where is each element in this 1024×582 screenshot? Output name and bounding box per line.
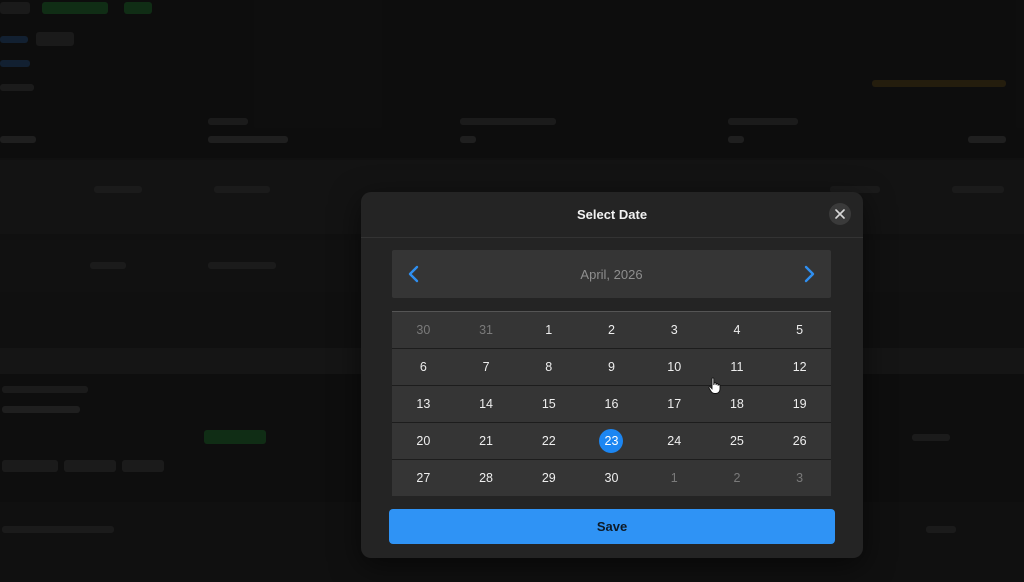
calendar-day[interactable]: 30 [580,460,643,496]
calendar-day-number: 10 [667,360,682,374]
calendar-day[interactable]: 29 [517,460,581,496]
calendar-day-number: 8 [545,360,553,374]
calendar-day-number: 30 [604,471,619,485]
calendar-day[interactable]: 8 [517,349,581,385]
close-icon [835,209,845,219]
calendar-day[interactable]: 25 [705,423,769,459]
calendar-day-number: 2 [608,323,615,337]
calendar-day[interactable]: 19 [768,386,831,422]
calendar-day[interactable]: 7 [454,349,518,385]
calendar-day-number: 28 [479,471,494,485]
calendar-day-outside-month[interactable]: 1 [642,460,706,496]
calendar-day-number: 21 [479,434,494,448]
calendar-day-number: 27 [416,471,431,485]
calendar-day-number: 5 [796,323,804,337]
next-month-button[interactable] [797,262,821,286]
calendar-day[interactable]: 24 [642,423,706,459]
calendar-day-number: 7 [482,360,490,374]
calendar-day-number: 19 [792,397,807,411]
chevron-right-icon [804,265,815,283]
calendar-day-number: 3 [670,323,678,337]
calendar-day-selected[interactable]: 23 [580,423,643,459]
calendar-day-grid: 30 31 1 2 3 4 5 6 7 8 9 10 11 12 13 14 15 16 17 18 19 20 21 22 2… [392,311,831,496]
calendar-day[interactable]: 1 [517,312,581,348]
calendar-day[interactable]: 21 [454,423,518,459]
calendar-day[interactable]: 17 [642,386,706,422]
close-button[interactable] [829,203,851,225]
calendar-day-number: 16 [604,397,619,411]
save-button[interactable]: Save [389,509,835,544]
calendar-day[interactable]: 26 [768,423,831,459]
calendar-day-number: 1 [670,471,678,485]
calendar-day-number: 15 [541,397,556,411]
calendar-day[interactable]: 22 [517,423,581,459]
calendar-navigation: April, 2026 [392,250,831,298]
calendar-day-outside-month[interactable]: 3 [768,460,831,496]
calendar-day-number: 31 [479,323,494,337]
calendar-day-number: 26 [792,434,807,448]
modal-title: Select Date [576,207,648,222]
calendar-day-outside-month[interactable]: 30 [392,312,455,348]
modal-header: Select Date [361,192,863,238]
calendar-day[interactable]: 13 [392,386,455,422]
calendar-day[interactable]: 27 [392,460,455,496]
month-label: April, 2026 [580,267,643,282]
calendar-day-number: 1 [545,323,553,337]
calendar-day[interactable]: 2 [580,312,643,348]
calendar-day-number: 13 [416,397,431,411]
calendar-day-outside-month[interactable]: 2 [705,460,769,496]
calendar-day-outside-month[interactable]: 31 [454,312,518,348]
calendar-day-number: 12 [792,360,807,374]
calendar-day[interactable]: 9 [580,349,643,385]
hand-pointer-cursor-icon [708,377,721,394]
calendar-day[interactable]: 16 [580,386,643,422]
calendar-day-number: 2 [733,471,741,485]
calendar-day[interactable]: 28 [454,460,518,496]
calendar-day-number: 11 [730,360,744,374]
calendar-day-number: 23 [599,429,624,453]
calendar-day-number: 22 [541,434,556,448]
calendar-day[interactable]: 5 [768,312,831,348]
calendar-day[interactable]: 3 [642,312,706,348]
calendar-day-number: 6 [419,360,427,374]
calendar-day-number: 24 [667,434,682,448]
calendar-day[interactable]: 4 [705,312,769,348]
calendar-day-number: 25 [729,434,744,448]
calendar-day-number: 14 [479,397,494,411]
calendar-day-number: 29 [541,471,556,485]
calendar-day[interactable]: 10 [642,349,706,385]
calendar: April, 2026 30 31 1 2 3 4 5 6 7 8 9 10 11 12 13 14 15 16 1… [392,250,831,496]
calendar-day[interactable]: 14 [454,386,518,422]
select-date-modal: Select Date April, 2026 30 31 1 2 3 4 5 6 7 8 9 10 1… [361,192,863,558]
calendar-day-number: 20 [416,434,431,448]
calendar-day[interactable]: 6 [392,349,455,385]
calendar-day[interactable]: 12 [768,349,831,385]
calendar-day-number: 30 [416,323,431,337]
calendar-day[interactable]: 15 [517,386,581,422]
calendar-day-number: 9 [608,360,615,374]
calendar-day-number: 17 [667,397,682,411]
calendar-day-number: 4 [733,323,741,337]
calendar-day[interactable]: 20 [392,423,455,459]
calendar-day-number: 3 [796,471,804,485]
calendar-day-number: 18 [729,397,744,411]
